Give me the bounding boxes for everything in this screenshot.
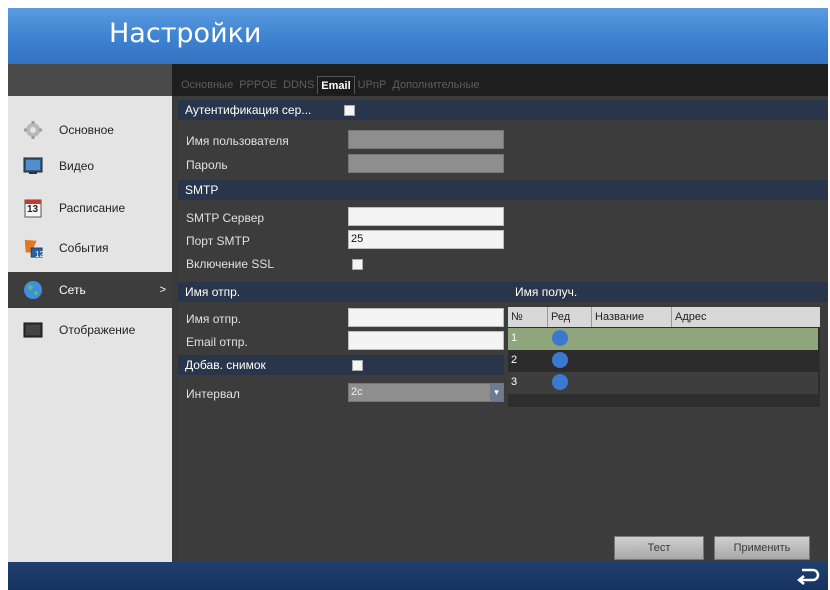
smtp-header-label: SMTP <box>185 183 219 197</box>
test-button[interactable]: Тест <box>614 536 704 560</box>
bottom-bar <box>8 562 828 590</box>
edit-icon[interactable] <box>552 330 568 346</box>
apply-button[interactable]: Применить <box>714 536 810 560</box>
tab-bar: Основные PPPOE DDNS Email UPnP Дополните… <box>178 74 482 94</box>
back-arrow-icon[interactable] <box>796 567 820 585</box>
window-title: Настройки <box>109 18 262 49</box>
interval-select[interactable]: 2с ▾ <box>348 383 504 402</box>
auth-header-label: Аутентификация сер... <box>185 103 312 117</box>
sender-email-field[interactable] <box>348 331 504 350</box>
smtp-port-label: Порт SMTP <box>186 234 250 248</box>
table-row[interactable]: 2 <box>508 350 818 372</box>
edit-icon[interactable] <box>552 374 568 390</box>
smtp-section-header: SMTP <box>178 180 828 200</box>
interval-value: 2с <box>351 386 363 398</box>
gear-icon <box>23 120 43 140</box>
settings-window: Настройки Основные PPPOE DDNS Email UPnP… <box>8 8 828 590</box>
recipient-table: № Ред Название Адрес 1 2 3 <box>508 307 820 407</box>
title-bar: Настройки <box>8 8 828 64</box>
ssl-checkbox[interactable] <box>352 259 363 270</box>
tab-basic[interactable]: Основные <box>178 76 236 94</box>
sidebar-item-video[interactable]: Видео <box>8 148 172 184</box>
column-header-address: Адрес <box>672 307 820 327</box>
row-number: 3 <box>511 376 518 388</box>
display-icon <box>23 320 43 340</box>
smtp-port-field[interactable]: 25 <box>348 230 504 249</box>
snapshot-label: Добав. снимок <box>185 358 266 372</box>
snapshot-row: Добав. снимок <box>178 355 504 375</box>
table-row[interactable]: 3 <box>508 372 818 394</box>
username-field[interactable] <box>348 130 504 149</box>
monitor-icon <box>23 156 43 176</box>
sender-name-field[interactable] <box>348 308 504 327</box>
calendar-icon: 13 <box>23 198 43 218</box>
sidebar-item-basic[interactable]: Основное <box>8 112 172 148</box>
sidebar-item-label: События <box>59 241 109 255</box>
tab-row-spacer <box>8 64 172 96</box>
flag-icon: 12 <box>23 238 44 259</box>
sidebar-item-schedule[interactable]: 13 Расписание <box>8 190 172 226</box>
globe-icon <box>23 280 43 300</box>
column-header-edit: Ред <box>548 307 592 327</box>
chevron-right-icon: > <box>159 284 166 296</box>
flag-icon-number: 12 <box>35 250 44 259</box>
smtp-server-label: SMTP Сервер <box>186 211 265 225</box>
sender-name-label: Имя отпр. <box>186 312 242 326</box>
chevron-down-icon[interactable]: ▾ <box>490 384 503 401</box>
snapshot-checkbox[interactable] <box>352 360 363 371</box>
sidebar-item-label: Сеть <box>59 283 86 297</box>
tab-email[interactable]: Email <box>317 76 355 94</box>
row-number: 1 <box>511 332 518 344</box>
username-label: Имя пользователя <box>186 134 289 148</box>
sidebar-item-label: Отображение <box>59 323 136 337</box>
ssl-label: Включение SSL <box>186 257 275 271</box>
tab-advanced[interactable]: Дополнительные <box>389 76 482 94</box>
interval-label: Интервал <box>186 387 240 401</box>
table-row[interactable]: 1 <box>508 328 818 350</box>
sidebar-item-label: Основное <box>59 123 114 137</box>
sender-section-header: Имя отпр. <box>178 282 508 302</box>
tab-ddns[interactable]: DDNS <box>280 76 317 94</box>
email-settings-panel: Аутентификация сер... Имя пользователя П… <box>178 96 828 562</box>
auth-checkbox[interactable] <box>344 105 355 116</box>
calendar-icon-number: 13 <box>27 204 39 215</box>
tab-upnp[interactable]: UPnP <box>355 76 390 94</box>
auth-section-header: Аутентификация сер... <box>178 100 828 120</box>
sidebar-item-display[interactable]: Отображение <box>8 312 172 348</box>
sidebar-item-label: Расписание <box>59 201 126 215</box>
smtp-server-field[interactable] <box>348 207 504 226</box>
sidebar-item-label: Видео <box>59 159 95 173</box>
row-number: 2 <box>511 354 518 366</box>
column-header-name: Название <box>592 307 672 327</box>
recipient-header-label: Имя получ. <box>515 285 578 299</box>
sender-header-label: Имя отпр. <box>185 285 241 299</box>
column-header-number: № <box>508 307 548 327</box>
sidebar: Основное Видео 13 Расписание 12 События <box>8 96 172 562</box>
password-label: Пароль <box>186 158 228 172</box>
password-field[interactable] <box>348 154 504 173</box>
sender-email-label: Email отпр. <box>186 335 248 349</box>
sidebar-item-events[interactable]: 12 События <box>8 230 172 266</box>
edit-icon[interactable] <box>552 352 568 368</box>
sidebar-item-network[interactable]: Сеть > <box>8 272 172 308</box>
tab-row: Основные PPPOE DDNS Email UPnP Дополните… <box>8 64 828 96</box>
recipient-section-header: Имя получ. <box>508 282 828 302</box>
tab-pppoe[interactable]: PPPOE <box>236 76 280 94</box>
